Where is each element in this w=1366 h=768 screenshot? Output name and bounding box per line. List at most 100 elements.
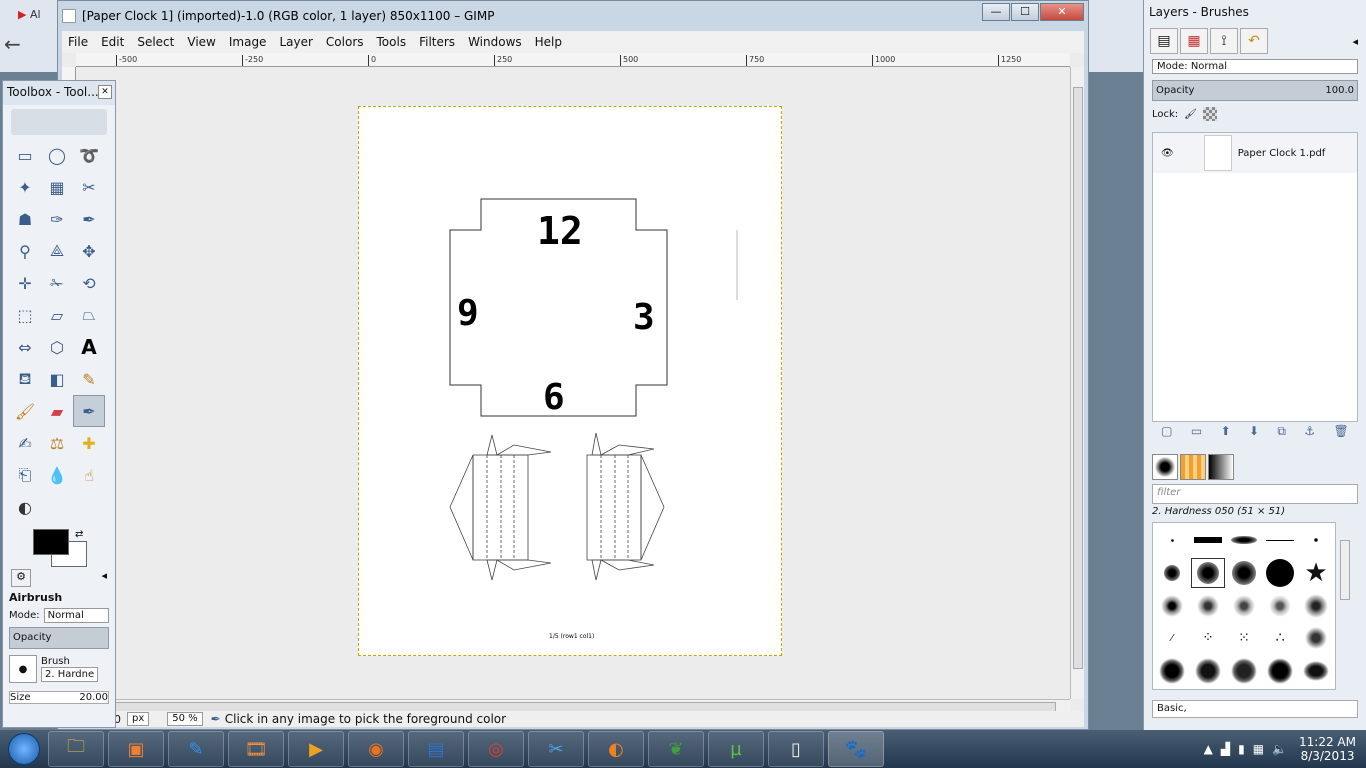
minimize-button[interactable]: — <box>982 3 1010 21</box>
brush-cell[interactable] <box>1155 525 1189 555</box>
blur-sharpen-tool-icon[interactable]: 💧 <box>41 459 73 491</box>
layer-row[interactable]: 👁 Paper Clock 1.pdf <box>1153 133 1357 173</box>
dock-menu-icon[interactable]: ◂ <box>1352 35 1358 48</box>
paint-app-task-icon[interactable]: ✎ <box>168 731 224 767</box>
menu-windows[interactable]: Windows <box>468 35 522 49</box>
brush-cell[interactable] <box>1299 623 1333 653</box>
brush-cell[interactable] <box>1155 656 1189 686</box>
zoom-select[interactable]: 50 % <box>167 712 203 726</box>
paintbrush-tool-icon[interactable]: 🖌 <box>9 395 41 427</box>
menu-view[interactable]: View <box>187 35 215 49</box>
free-select-tool-icon[interactable]: ➰ <box>73 139 105 171</box>
brush-cell[interactable] <box>1263 591 1297 621</box>
brush-cell[interactable] <box>1191 656 1225 686</box>
layer-opacity-slider[interactable]: Opacity 100.0 <box>1152 80 1358 101</box>
clone-tool-icon[interactable]: ⚖ <box>41 427 73 459</box>
crop-tool-icon[interactable]: ✁ <box>41 267 73 299</box>
raise-layer-icon[interactable]: ⬆ <box>1221 424 1231 444</box>
undo-history-tab-icon[interactable]: ↶ <box>1240 28 1268 54</box>
patterns-tab-icon[interactable] <box>1180 454 1206 480</box>
color-picker-tool-icon[interactable]: ✒ <box>73 203 105 235</box>
bucket-fill-tool-icon[interactable]: ⛾ <box>9 363 41 395</box>
brush-cell[interactable] <box>1263 525 1297 555</box>
brush-cell[interactable] <box>1227 591 1261 621</box>
panel-menu-icon[interactable]: ◂ <box>101 569 107 587</box>
brush-cell[interactable]: ∴ <box>1263 623 1297 653</box>
flip-tool-icon[interactable]: ⇔ <box>9 331 41 363</box>
brush-cell[interactable] <box>1227 558 1261 588</box>
brush-cell[interactable] <box>1299 656 1333 686</box>
perspective-clone-tool-icon[interactable]: ⎗ <box>9 459 41 491</box>
canvas-area[interactable]: -500 -250 0 250 500 750 1000 1250 12 9 3… <box>62 53 1084 727</box>
opacity-slider[interactable]: Opacity <box>9 627 109 649</box>
wilber-drop-area[interactable] <box>11 109 107 135</box>
rect-select-tool-icon[interactable]: ▭ <box>9 139 41 171</box>
eraser-tool-icon[interactable]: ▰ <box>41 395 73 427</box>
word-task-icon[interactable]: ▤ <box>408 731 464 767</box>
leaf-app-task-icon[interactable]: ❦ <box>648 731 704 767</box>
brushes-tab-icon[interactable] <box>1152 454 1178 480</box>
horizontal-ruler[interactable]: -500 -250 0 250 500 750 1000 1250 <box>76 53 1070 67</box>
cage-transform-tool-icon[interactable]: ⬡ <box>41 331 73 363</box>
layer-name[interactable]: Paper Clock 1.pdf <box>1238 148 1326 159</box>
clock[interactable]: 11:22 AM 8/3/2013 <box>1299 735 1356 763</box>
fuzzy-select-tool-icon[interactable]: ✦ <box>9 171 41 203</box>
menu-edit[interactable]: Edit <box>101 35 124 49</box>
rotate-tool-icon[interactable]: ⟲ <box>73 267 105 299</box>
text-tool-icon[interactable]: A <box>73 331 105 363</box>
brush-cell[interactable] <box>1191 591 1225 621</box>
explorer-task-icon[interactable]: 🗀 <box>48 731 104 767</box>
brush-cell[interactable]: ⁙ <box>1227 623 1261 653</box>
menu-file[interactable]: File <box>68 35 88 49</box>
select-by-color-tool-icon[interactable]: ▦ <box>41 171 73 203</box>
menu-image[interactable]: Image <box>229 35 267 49</box>
signal-icon[interactable]: ▟ <box>1221 742 1230 756</box>
installer-task-icon[interactable]: ▣ <box>108 731 164 767</box>
lock-pixels-icon[interactable]: 🖌 <box>1184 109 1197 120</box>
brush-cell[interactable] <box>1191 525 1225 555</box>
zoom-tool-icon[interactable]: ⚲ <box>9 235 41 267</box>
anchor-layer-icon[interactable]: ⚓ <box>1304 424 1315 444</box>
document-task-icon[interactable]: ▯ <box>768 731 824 767</box>
heal-tool-icon[interactable]: ✚ <box>73 427 105 459</box>
foreground-select-tool-icon[interactable]: ☗ <box>9 203 41 235</box>
delete-layer-icon[interactable]: 🗑 <box>1333 424 1348 444</box>
brush-filter-input[interactable]: filter <box>1152 484 1358 504</box>
gimp-task-icon[interactable]: 🐾 <box>828 731 884 767</box>
blender-task-icon[interactable]: ◐ <box>588 731 644 767</box>
menu-colors[interactable]: Colors <box>326 35 364 49</box>
duplicate-layer-icon[interactable]: ⧉ <box>1277 424 1286 444</box>
tool-task-icon[interactable]: ✂ <box>528 731 584 767</box>
brush-preview-icon[interactable]: ● <box>9 655 37 683</box>
shear-tool-icon[interactable]: ▱ <box>41 299 73 331</box>
brush-cell[interactable] <box>1299 591 1333 621</box>
brush-cell[interactable]: ⁘ <box>1191 623 1225 653</box>
paths-tool-icon[interactable]: ✑ <box>41 203 73 235</box>
brush-cell[interactable] <box>1263 558 1297 588</box>
tool-options-tab-icon[interactable]: ⚙ <box>11 569 31 587</box>
chrome-task-icon[interactable]: ◎ <box>468 731 524 767</box>
layers-tab-icon[interactable]: ▤ <box>1150 28 1178 54</box>
ink-tool-icon[interactable]: ✍ <box>9 427 41 459</box>
close-button[interactable]: ✕ <box>1040 3 1084 21</box>
utorrent-task-icon[interactable]: µ <box>708 731 764 767</box>
perspective-tool-icon[interactable]: ⏢ <box>73 299 105 331</box>
menu-select[interactable]: Select <box>137 35 174 49</box>
brush-cell-selected[interactable] <box>1191 557 1225 588</box>
mode-select[interactable]: Normal <box>43 608 109 623</box>
menu-layer[interactable]: Layer <box>279 35 312 49</box>
brush-cell[interactable]: ⁄ <box>1155 623 1189 653</box>
document-page[interactable]: 12 9 3 6 1/5 (row1 col1) <box>358 106 782 656</box>
brush-cell[interactable] <box>1299 525 1333 555</box>
brush-cell[interactable] <box>1155 591 1189 621</box>
vertical-scrollbar[interactable] <box>1070 67 1084 699</box>
vertical-scroll-thumb[interactable] <box>1073 87 1083 669</box>
start-button[interactable] <box>0 730 48 768</box>
scissors-tool-icon[interactable]: ✂ <box>73 171 105 203</box>
visibility-eye-icon[interactable]: 👁 <box>1161 148 1174 159</box>
smudge-tool-icon[interactable]: ☝ <box>73 459 105 491</box>
new-layer-group-icon[interactable]: ▭ <box>1191 424 1202 444</box>
move-tool-icon[interactable]: ✥ <box>73 235 105 267</box>
firefox-task-icon[interactable]: ◉ <box>348 731 404 767</box>
menu-help[interactable]: Help <box>535 35 562 49</box>
